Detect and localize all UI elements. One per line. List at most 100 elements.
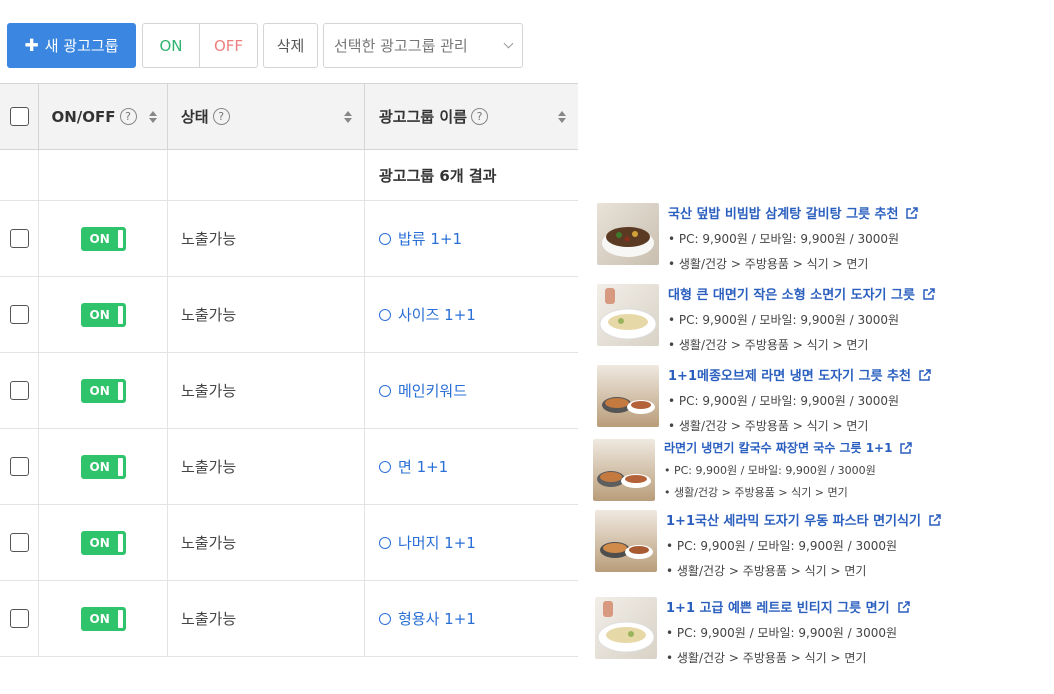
header-select-cell: [0, 84, 39, 149]
external-link-icon[interactable]: [922, 287, 936, 301]
product-item: 1+1메종오브제 라면 냉면 도자기 그릇 추천 • PC: 9,900원 / …: [597, 365, 932, 434]
row-name-cell: 사이즈 1+1: [365, 277, 578, 352]
row-checkbox[interactable]: [9, 381, 29, 400]
ad-group-link[interactable]: 면 1+1: [379, 456, 448, 477]
row-name-cell: 형용사 1+1: [365, 581, 578, 656]
sort-icon[interactable]: [344, 110, 352, 123]
toggle-label: ON: [89, 459, 110, 474]
on-off-toggle[interactable]: ON: [80, 454, 126, 479]
product-price: • PC: 9,900원 / 모바일: 9,900원 / 3000원: [668, 394, 900, 408]
row-checkbox[interactable]: [9, 457, 29, 476]
toggle-knob: [117, 457, 123, 476]
product-title-link[interactable]: 1+1국산 세라믹 도자기 우동 파스타 면기식기: [666, 510, 942, 529]
product-item: 1+1국산 세라믹 도자기 우동 파스타 면기식기 • PC: 9,900원 /…: [595, 510, 942, 579]
product-title: 라면기 냉면기 칼국수 짜장면 국수 그릇 1+1: [664, 441, 893, 455]
row-checkbox[interactable]: [9, 533, 29, 552]
toggle-label: ON: [89, 307, 110, 322]
result-count: 광고그룹 6개 결과: [379, 166, 497, 185]
product-info: 1+1국산 세라믹 도자기 우동 파스타 면기식기 • PC: 9,900원 /…: [666, 510, 942, 579]
table-header: ON/OFF ? 상태 ? 광고그룹 이름 ?: [0, 83, 578, 150]
row-checkbox[interactable]: [9, 609, 29, 628]
toggle-knob: [117, 609, 123, 628]
help-icon[interactable]: ?: [212, 108, 230, 125]
toggle-label: ON: [89, 383, 110, 398]
product-thumbnail: [593, 439, 655, 501]
on-off-toggle[interactable]: ON: [80, 226, 126, 251]
ad-group-name: 사이즈 1+1: [398, 306, 476, 324]
external-link-icon[interactable]: [905, 206, 919, 220]
on-off-group: ON OFF: [142, 23, 258, 68]
product-info: 국산 덮밥 비빔밥 삼계탕 갈비탕 그릇 추천 • PC: 9,900원 / 모…: [668, 203, 919, 272]
row-select-cell: [0, 429, 39, 504]
row-toggle-cell: ON: [39, 201, 168, 276]
row-name-cell: 밥류 1+1: [365, 201, 578, 276]
product-thumbnail: [597, 203, 659, 265]
toggle-label: ON: [89, 535, 110, 550]
row-toggle-cell: ON: [39, 353, 168, 428]
external-link-icon[interactable]: [928, 513, 942, 527]
table-row: ON 노출가능 밥류 1+1: [0, 201, 578, 277]
toolbar: ✚ 새 광고그룹 ON OFF 삭제 선택한 광고그룹 관리: [7, 23, 523, 68]
product-title-link[interactable]: 대형 큰 대면기 작은 소형 소면기 도자기 그릇: [668, 284, 936, 303]
on-off-toggle[interactable]: ON: [80, 530, 126, 555]
row-checkbox[interactable]: [9, 305, 29, 324]
off-button[interactable]: OFF: [200, 23, 258, 68]
product-title-link[interactable]: 1+1메종오브제 라면 냉면 도자기 그릇 추천: [668, 365, 932, 384]
on-off-toggle[interactable]: ON: [80, 606, 126, 631]
status-text: 노출가능: [181, 610, 237, 628]
product-title-link[interactable]: 라면기 냉면기 칼국수 짜장면 국수 그릇 1+1: [664, 439, 913, 456]
product-info: 라면기 냉면기 칼국수 짜장면 국수 그릇 1+1 • PC: 9,900원 /…: [664, 439, 913, 501]
ad-group-link[interactable]: 밥류 1+1: [379, 228, 462, 249]
product-title: 1+1메종오브제 라면 냉면 도자기 그릇 추천: [668, 369, 911, 384]
product-item: 대형 큰 대면기 작은 소형 소면기 도자기 그릇 • PC: 9,900원 /…: [597, 284, 936, 353]
summary-row: 광고그룹 6개 결과: [0, 150, 578, 201]
status-text: 노출가능: [181, 458, 237, 476]
status-text: 노출가능: [181, 382, 237, 400]
status-text: 노출가능: [181, 230, 237, 248]
ad-group-link[interactable]: 나머지 1+1: [379, 532, 476, 553]
on-button[interactable]: ON: [142, 23, 200, 68]
product-title-link[interactable]: 1+1 고급 예쁜 레트로 빈티지 그릇 면기: [666, 597, 911, 616]
ad-group-link[interactable]: 형용사 1+1: [379, 608, 476, 629]
product-price: • PC: 9,900원 / 모바일: 9,900원 / 3000원: [668, 313, 900, 327]
select-all-checkbox[interactable]: [9, 107, 29, 126]
help-icon[interactable]: ?: [119, 108, 137, 125]
sort-icon[interactable]: [149, 110, 157, 123]
header-status[interactable]: 상태 ?: [168, 84, 365, 149]
manage-selected-dropdown[interactable]: 선택한 광고그룹 관리: [323, 23, 523, 68]
ad-group-name: 형용사 1+1: [398, 610, 476, 628]
row-name-cell: 나머지 1+1: [365, 505, 578, 580]
product-title-link[interactable]: 국산 덮밥 비빔밥 삼계탕 갈비탕 그릇 추천: [668, 203, 919, 222]
on-off-toggle[interactable]: ON: [80, 378, 126, 403]
product-category: • 생활/건강 > 주방용품 > 식기 > 면기: [666, 651, 867, 665]
toggle-knob: [117, 533, 123, 552]
circle-icon: [379, 308, 391, 321]
product-price: • PC: 9,900원 / 모바일: 9,900원 / 3000원: [666, 539, 898, 553]
product-price: • PC: 9,900원 / 모바일: 9,900원 / 3000원: [668, 232, 900, 246]
external-link-icon[interactable]: [918, 368, 932, 382]
row-checkbox[interactable]: [9, 229, 29, 248]
product-category: • 생활/건강 > 주방용품 > 식기 > 면기: [664, 486, 848, 499]
delete-button[interactable]: 삭제: [263, 23, 318, 68]
product-item: 라면기 냉면기 칼국수 짜장면 국수 그릇 1+1 • PC: 9,900원 /…: [593, 439, 913, 501]
product-thumbnail: [597, 365, 659, 427]
toggle-label: ON: [89, 231, 110, 246]
header-onoff[interactable]: ON/OFF ?: [39, 84, 168, 149]
ad-group-link[interactable]: 사이즈 1+1: [379, 304, 476, 325]
header-name[interactable]: 광고그룹 이름 ?: [365, 84, 578, 149]
row-status-cell: 노출가능: [168, 277, 365, 352]
product-title: 1+1국산 세라믹 도자기 우동 파스타 면기식기: [666, 514, 921, 529]
external-link-icon[interactable]: [897, 600, 911, 614]
on-off-toggle[interactable]: ON: [80, 302, 126, 327]
summary-empty-0: [0, 150, 39, 200]
header-onoff-label: ON/OFF: [51, 107, 116, 126]
row-toggle-cell: ON: [39, 429, 168, 504]
new-ad-group-button[interactable]: ✚ 새 광고그룹: [7, 23, 136, 68]
external-link-icon[interactable]: [899, 441, 913, 455]
sort-icon[interactable]: [558, 110, 566, 123]
ad-group-name: 면 1+1: [398, 458, 449, 476]
help-icon[interactable]: ?: [471, 108, 489, 125]
row-select-cell: [0, 353, 39, 428]
summary-empty-2: [168, 150, 365, 200]
ad-group-link[interactable]: 메인키워드: [379, 380, 467, 401]
